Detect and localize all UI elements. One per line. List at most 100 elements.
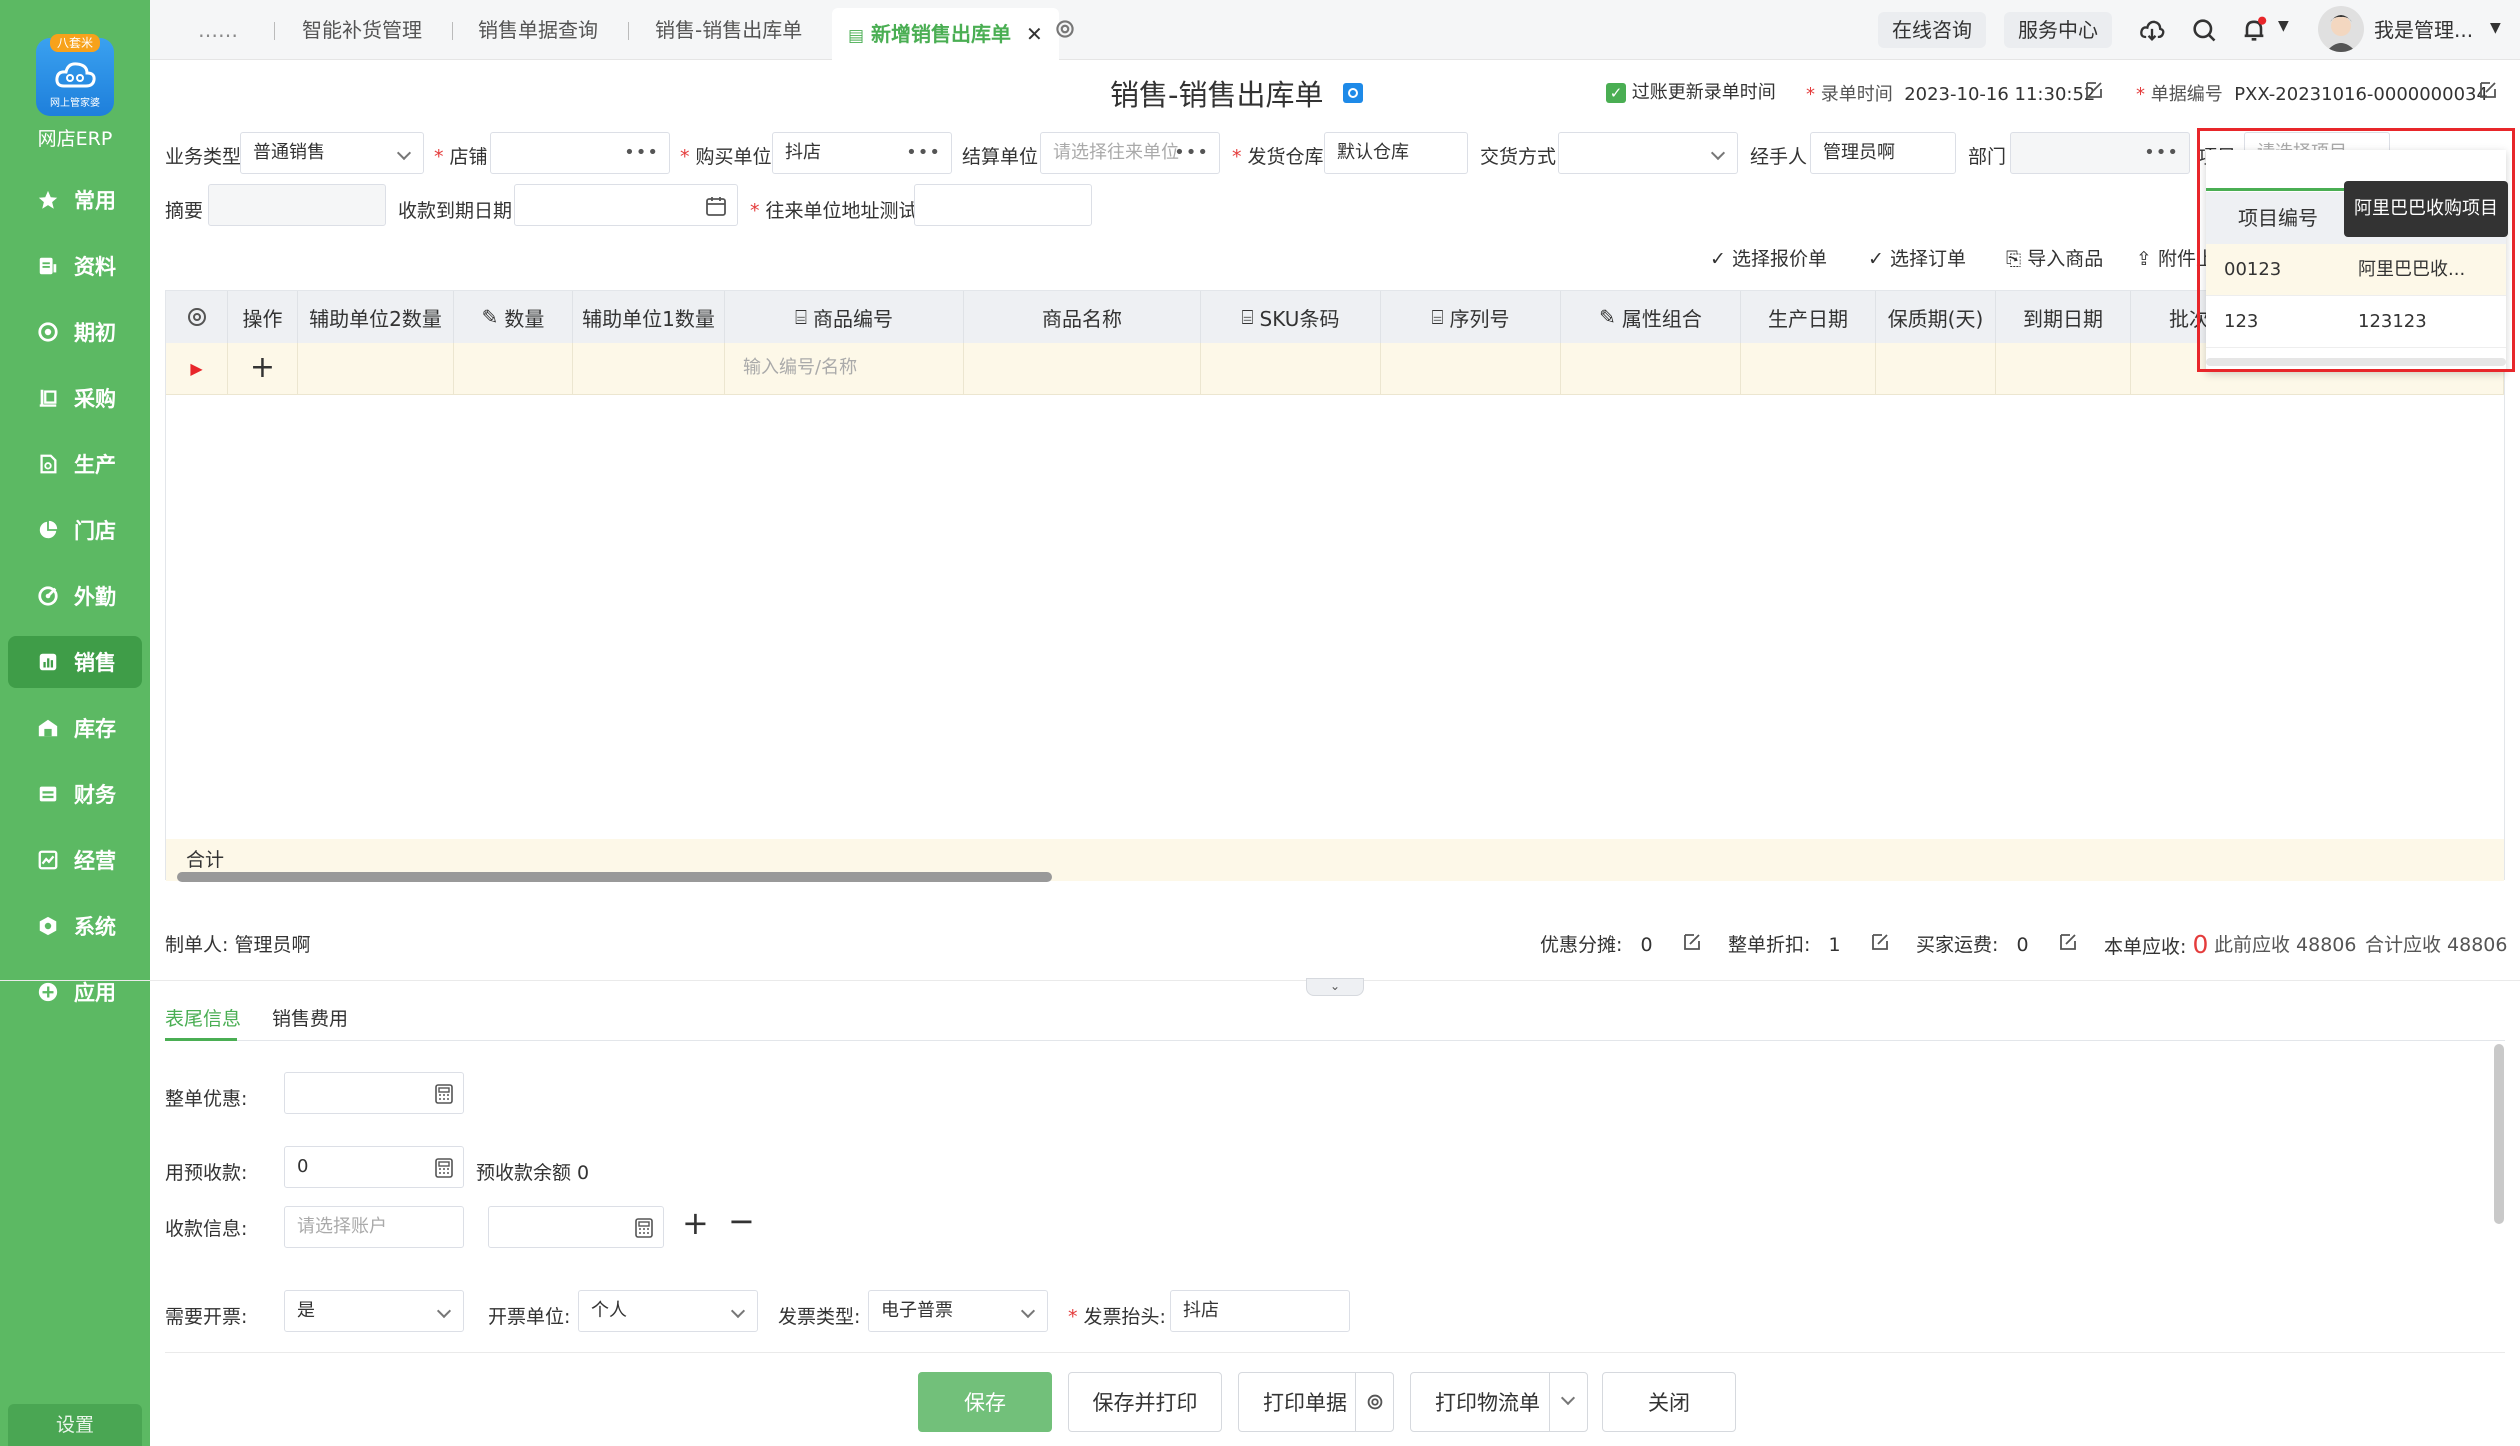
import-goods-button[interactable]: ⎘ 导入商品 xyxy=(2006,244,2103,271)
shop-label: * 店铺 xyxy=(434,146,488,168)
delivery-select[interactable] xyxy=(1558,132,1738,174)
account-input[interactable]: 请选择账户 xyxy=(284,1206,464,1248)
close-button[interactable]: 关闭 xyxy=(1602,1372,1736,1432)
summary-input[interactable] xyxy=(208,184,386,226)
chevron-down-icon[interactable] xyxy=(1549,1373,1587,1431)
table-cell[interactable] xyxy=(573,343,725,395)
more-dots-icon[interactable]: ••• xyxy=(2144,133,2179,173)
tab-sales-query[interactable]: 销售单据查询 xyxy=(478,0,598,60)
chevron-down-icon xyxy=(396,145,412,161)
close-icon[interactable]: ✕ xyxy=(1026,22,1043,46)
tab-smart-replenish[interactable]: 智能补货管理 xyxy=(302,0,422,60)
print-logistics-button[interactable]: 打印物流单 xyxy=(1410,1372,1588,1432)
calculator-icon[interactable] xyxy=(633,1217,655,1239)
edit-icon[interactable] xyxy=(2478,80,2498,100)
nav-item-sales[interactable]: 销售 xyxy=(8,636,142,688)
settle-input[interactable]: 请选择往来单位 ••• xyxy=(1040,132,1220,174)
tab-sales-outbound[interactable]: 销售-销售出库单 xyxy=(655,0,802,60)
tab-more[interactable]: …… xyxy=(198,0,238,60)
remove-account-button[interactable]: − xyxy=(728,1202,755,1240)
invoice-title-input[interactable]: 抖店 xyxy=(1170,1290,1350,1332)
nav-item-data[interactable]: 资料 xyxy=(8,240,142,292)
nav-item-finance[interactable]: 财务 xyxy=(8,768,142,820)
shop-input[interactable]: ••• xyxy=(490,132,670,174)
due-date-input[interactable] xyxy=(514,184,738,226)
select-quote-button[interactable]: ✓ 选择报价单 xyxy=(1710,244,1827,271)
nav-item-store[interactable]: 门店 xyxy=(8,504,142,556)
goods-code-input[interactable]: 输入编号/名称 xyxy=(725,343,964,395)
nav-item-field[interactable]: 外勤 xyxy=(8,570,142,622)
table-cell[interactable] xyxy=(1381,343,1561,395)
more-dots-icon[interactable]: ••• xyxy=(906,133,941,173)
calculator-icon[interactable] xyxy=(433,1083,455,1105)
vertical-scrollbar[interactable] xyxy=(2494,1044,2504,1224)
prepay-input[interactable]: 0 xyxy=(284,1146,464,1188)
edit-icon[interactable] xyxy=(1870,932,1890,952)
nav-item-system[interactable]: 系统 xyxy=(8,900,142,952)
calculator-icon[interactable] xyxy=(433,1157,455,1179)
invoice-unit-select[interactable]: 个人 xyxy=(578,1290,758,1332)
add-row-button[interactable]: + xyxy=(228,343,298,395)
save-button[interactable]: 保存 xyxy=(918,1372,1052,1432)
nav-item-production[interactable]: 生产 xyxy=(8,438,142,490)
tab-sales-expense[interactable]: 销售费用 xyxy=(272,1004,348,1031)
gear-icon[interactable] xyxy=(185,305,209,329)
table-cell[interactable] xyxy=(1996,343,2131,395)
edit-icon[interactable] xyxy=(2084,80,2104,100)
column-settings[interactable] xyxy=(166,291,228,343)
edit-icon[interactable] xyxy=(1682,932,1702,952)
online-consult-button[interactable]: 在线咨询 xyxy=(1878,12,1986,48)
handler-input[interactable]: 管理员啊 xyxy=(1810,132,1956,174)
tab-new-sales-outbound[interactable]: ▤ 新增销售出库单 ✕ xyxy=(832,8,1059,60)
settings-badge-icon[interactable] xyxy=(1342,82,1364,104)
table-cell[interactable] xyxy=(454,343,573,395)
invoice-type-select[interactable]: 电子普票 xyxy=(868,1290,1048,1332)
tab-tail-info[interactable]: 表尾信息 xyxy=(165,1004,241,1031)
chevron-down-icon[interactable]: ▼ xyxy=(2490,20,2501,36)
buyer-input[interactable]: 抖店 ••• xyxy=(772,132,952,174)
save-print-button[interactable]: 保存并打印 xyxy=(1068,1372,1222,1432)
nav-item-purchase[interactable]: 采购 xyxy=(8,372,142,424)
table-cell[interactable] xyxy=(1741,343,1876,395)
collapse-toggle[interactable]: ⌄ xyxy=(1306,978,1364,996)
table-cell[interactable] xyxy=(964,343,1201,395)
horizontal-scrollbar[interactable] xyxy=(165,870,2505,884)
nav-item-common[interactable]: 常用 xyxy=(8,174,142,226)
invoice-need-value: 是 xyxy=(297,1300,315,1321)
nav-item-apps[interactable]: 应用 xyxy=(8,966,142,1018)
auto-update-checkbox[interactable]: ✓ 过账更新录单时间 xyxy=(1606,78,1776,104)
select-order-button[interactable]: ✓ 选择订单 xyxy=(1868,244,1966,271)
gear-icon[interactable] xyxy=(1052,16,1078,42)
nav-item-operations[interactable]: 经营 xyxy=(8,834,142,886)
prev-receivable: 此前应收 48806 xyxy=(2214,934,2357,956)
more-dots-icon[interactable]: ••• xyxy=(624,133,659,173)
more-dots-icon[interactable]: ••• xyxy=(1174,133,1209,173)
bell-icon[interactable] xyxy=(2240,16,2268,44)
nav-item-inventory[interactable]: 库存 xyxy=(8,702,142,754)
biz-type-select[interactable]: 普通销售 xyxy=(240,132,424,174)
table-cell[interactable] xyxy=(1561,343,1741,395)
nav-item-initial[interactable]: 期初 xyxy=(8,306,142,358)
gear-icon[interactable] xyxy=(1355,1373,1393,1431)
search-icon[interactable] xyxy=(2190,16,2218,44)
table-cell[interactable] xyxy=(298,343,454,395)
avatar[interactable] xyxy=(2318,6,2364,52)
cloud-download-icon[interactable] xyxy=(2138,16,2166,44)
calendar-icon[interactable] xyxy=(705,195,727,217)
scrollbar-thumb[interactable] xyxy=(177,872,1052,882)
settings-button[interactable]: 设置 xyxy=(8,1404,142,1446)
receipt-amount-input[interactable] xyxy=(488,1206,664,1248)
table-cell[interactable] xyxy=(1876,343,1996,395)
dept-input[interactable]: ••• xyxy=(2010,132,2190,174)
whole-off-input[interactable] xyxy=(284,1072,464,1114)
user-name[interactable]: 我是管理... xyxy=(2374,0,2473,60)
print-doc-button[interactable]: 打印单据 xyxy=(1238,1372,1394,1432)
edit-icon[interactable] xyxy=(2058,932,2078,952)
add-account-button[interactable]: + xyxy=(682,1204,709,1242)
table-cell[interactable] xyxy=(1201,343,1381,395)
service-center-button[interactable]: 服务中心 xyxy=(2004,12,2112,48)
chevron-down-icon[interactable]: ▼ xyxy=(2278,18,2289,34)
warehouse-input[interactable]: 默认仓库 xyxy=(1324,132,1468,174)
address-input[interactable] xyxy=(914,184,1092,226)
invoice-need-select[interactable]: 是 xyxy=(284,1290,464,1332)
